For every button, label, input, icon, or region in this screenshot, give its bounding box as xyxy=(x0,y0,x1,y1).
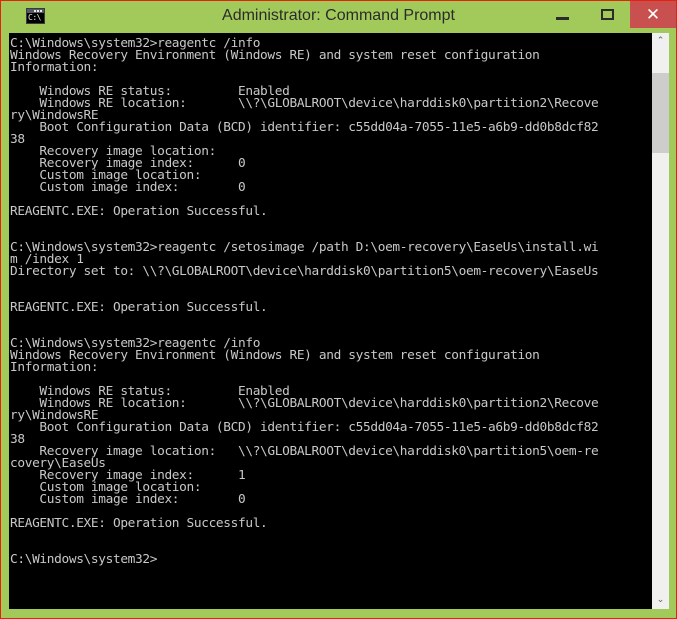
console-area: C:\Windows\system32>reagentc /info Windo… xyxy=(9,33,669,609)
scrollbar-thumb[interactable] xyxy=(652,73,669,153)
minimize-button[interactable] xyxy=(540,1,585,28)
console-output[interactable]: C:\Windows\system32>reagentc /info Windo… xyxy=(9,33,652,609)
console-scrollbar[interactable]: ⌃ ⌄ xyxy=(652,33,669,609)
maximize-button[interactable] xyxy=(585,1,630,28)
maximize-icon xyxy=(600,8,614,20)
scroll-up-icon[interactable]: ⌃ xyxy=(652,33,669,50)
icon-prompt-label: C:\ xyxy=(27,13,44,23)
window-titlebar[interactable]: C:\ Administrator: Command Prompt ✕ xyxy=(1,1,676,31)
scroll-down-icon[interactable]: ⌄ xyxy=(652,592,669,609)
icon-titlebar-strip xyxy=(27,9,44,13)
close-button[interactable]: ✕ xyxy=(630,1,676,28)
command-prompt-icon: C:\ xyxy=(26,8,45,24)
close-icon: ✕ xyxy=(645,5,661,24)
minimize-icon xyxy=(555,16,569,20)
command-prompt-window: C:\ Administrator: Command Prompt ✕ C:\W… xyxy=(0,0,677,619)
